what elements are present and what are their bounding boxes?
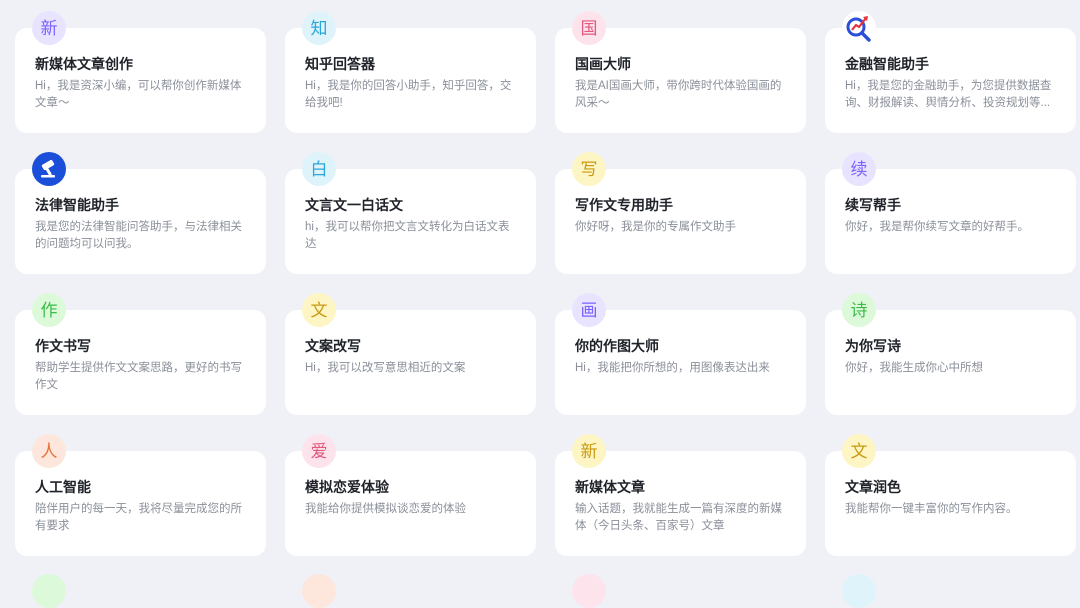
- card-title: 续写帮手: [845, 197, 901, 213]
- card-description: 帮助学生提供作文文案思路，更好的书写作文: [35, 362, 242, 391]
- avatar-badge: 诗: [842, 293, 876, 327]
- assistant-card[interactable]: 作作文书写帮助学生提供作文文案思路，更好的书写作文: [15, 293, 266, 415]
- avatar-badge: 续: [842, 152, 876, 186]
- assistant-card[interactable]: 画你的作图大师 Hi，我能把你所想的，用图像表达出来: [555, 293, 806, 415]
- avatar-badge: 文: [302, 293, 336, 327]
- card-title: 金融智能助手: [845, 56, 929, 72]
- card-description: 陪伴用户的每一天，我将尽量完成您的所有要求: [35, 503, 242, 532]
- card-description: 我是您的法律智能问答助手，与法律相关的问题均可以问我。: [35, 221, 242, 250]
- card-title: 模拟恋爱体验: [305, 479, 389, 495]
- assistant-card[interactable]: 新新媒体文章创作 Hi，我是资深小编，可以帮你创作新媒体文章～: [15, 11, 266, 133]
- assistant-card[interactable]: 写写作文专用助手你好呀，我是你的专属作文助手: [555, 152, 806, 274]
- card-description: 你好，我是帮你续写文章的好帮手。: [845, 221, 1029, 233]
- partial-avatar-badge: [842, 574, 876, 608]
- avatar-badge: 人: [32, 434, 66, 468]
- card-title: 文章润色: [845, 479, 901, 495]
- card-description: 我是AI国画大师，带你跨时代体验国画的风采～: [575, 80, 782, 109]
- card-title: 你的作图大师: [575, 338, 659, 354]
- assistant-card[interactable]: 诗为你写诗你好，我能生成你心中所想: [825, 293, 1076, 415]
- avatar-badge: 新: [32, 11, 66, 45]
- card-description: 输入话题，我就能生成一篇有深度的新媒体（今日头条、百家号）文章: [575, 503, 782, 532]
- finance-magnifier-logo-icon: [842, 11, 876, 45]
- card-title: 知乎回答器: [305, 56, 375, 72]
- card-description: Hi，我是资深小编，可以帮你创作新媒体文章～: [35, 80, 242, 109]
- law-gavel-logo-icon: [32, 152, 66, 186]
- card-description: Hi，我能把你所想的，用图像表达出来: [575, 362, 770, 374]
- avatar-badge: 国: [572, 11, 606, 45]
- card-title: 文言文一白话文: [305, 197, 403, 213]
- assistant-card-grid: 新新媒体文章创作 Hi，我是资深小编，可以帮你创作新媒体文章～知知乎回答器 Hi，我…: [15, 11, 1076, 556]
- assistant-card[interactable]: 文文案改写 Hi，我可以改写意思相近的文案: [285, 293, 536, 415]
- partial-avatar-badge: [302, 574, 336, 608]
- card-title: 为你写诗: [845, 338, 901, 354]
- assistant-card[interactable]: 文文章润色我能帮你一键丰富你的写作内容。: [825, 434, 1076, 556]
- partial-avatar-badge: [32, 574, 66, 608]
- avatar-badge: 白: [302, 152, 336, 186]
- avatar-badge: 写: [572, 152, 606, 186]
- assistant-card[interactable]: 续续写帮手你好，我是帮你续写文章的好帮手。: [825, 152, 1076, 274]
- assistant-card[interactable]: 人人工智能陪伴用户的每一天，我将尽量完成您的所有要求: [15, 434, 266, 556]
- card-description: hi，我可以帮你把文言文转化为白话文表达: [305, 221, 510, 250]
- card-description: 你好，我能生成你心中所想: [845, 362, 983, 374]
- assistant-card[interactable]: 知知乎回答器 Hi，我是你的回答小助手，知乎回答，交给我吧!: [285, 11, 536, 133]
- card-title: 国画大师: [575, 56, 631, 72]
- partial-avatar-badge: [572, 574, 606, 608]
- card-title: 新媒体文章: [575, 479, 645, 495]
- card-title: 法律智能助手: [35, 197, 119, 213]
- assistant-card[interactable]: 法律智能助手我是您的法律智能问答助手，与法律相关的问题均可以问我。: [15, 152, 266, 274]
- assistant-card[interactable]: 白文言文一白话文 hi，我可以帮你把文言文转化为白话文表达: [285, 152, 536, 274]
- avatar-badge: 文: [842, 434, 876, 468]
- card-description: 我能帮你一键丰富你的写作内容。: [845, 503, 1018, 515]
- avatar-badge: 新: [572, 434, 606, 468]
- card-title: 写作文专用助手: [575, 197, 673, 213]
- card-title: 新媒体文章创作: [35, 56, 133, 72]
- avatar-badge: 作: [32, 293, 66, 327]
- card-description: Hi，我是您的金融助手，为您提供数据查询、财报解读、舆情分析、投资规划等...: [845, 80, 1052, 109]
- avatar-badge: 知: [302, 11, 336, 45]
- card-title: 作文书写: [35, 338, 91, 354]
- card-description: 我能给你提供模拟谈恋爱的体验: [305, 503, 466, 515]
- assistant-card[interactable]: 国国画大师我是AI国画大师，带你跨时代体验国画的风采～: [555, 11, 806, 133]
- avatar-badge: 画: [572, 293, 606, 327]
- card-description: 你好呀，我是你的专属作文助手: [575, 221, 736, 233]
- avatar-badge: 爱: [302, 434, 336, 468]
- assistant-card[interactable]: 金融智能助手 Hi，我是您的金融助手，为您提供数据查询、财报解读、舆情分析、投资规…: [825, 11, 1076, 133]
- assistant-card[interactable]: 新新媒体文章输入话题，我就能生成一篇有深度的新媒体（今日头条、百家号）文章: [555, 434, 806, 556]
- card-description: Hi，我是你的回答小助手，知乎回答，交给我吧!: [305, 80, 512, 109]
- assistant-card[interactable]: 爱模拟恋爱体验我能给你提供模拟谈恋爱的体验: [285, 434, 536, 556]
- card-title: 文案改写: [305, 338, 361, 354]
- card-title: 人工智能: [35, 479, 91, 495]
- card-description: Hi，我可以改写意思相近的文案: [305, 362, 466, 374]
